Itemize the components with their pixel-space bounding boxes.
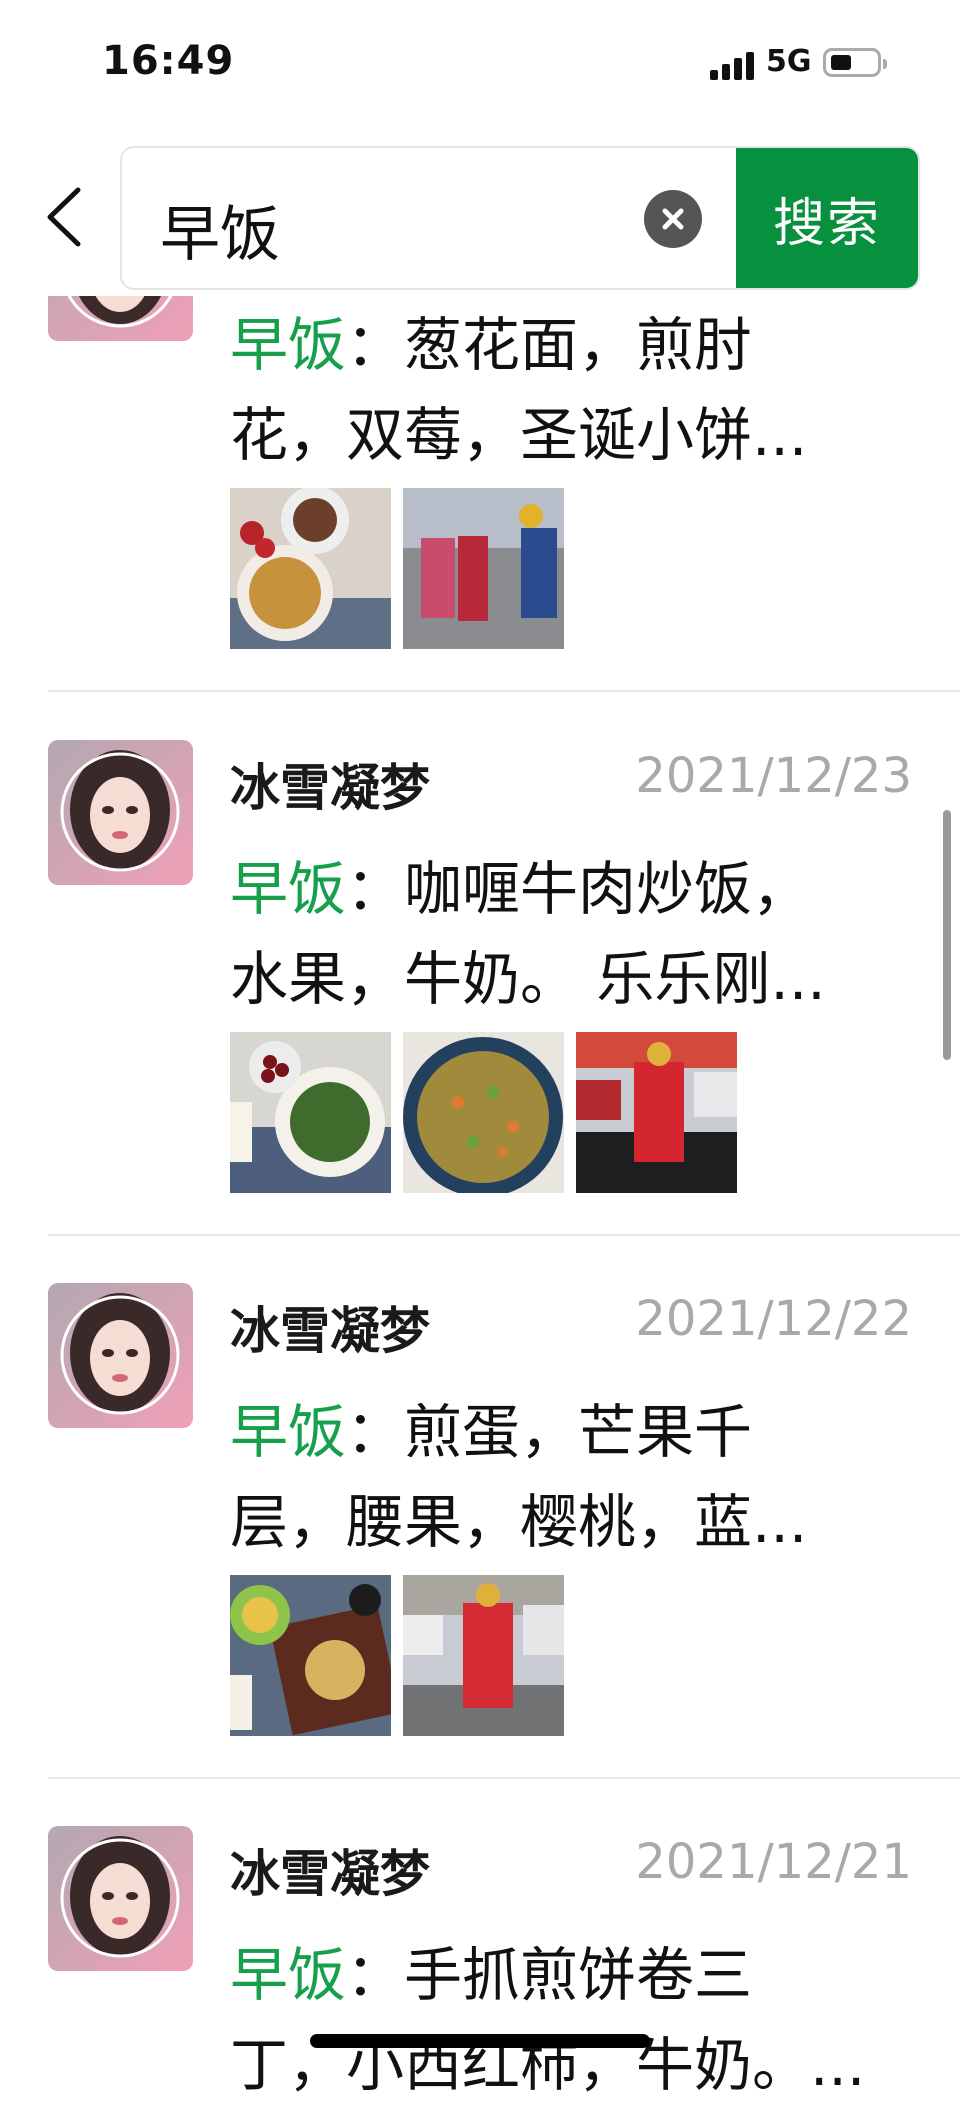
redaction-line <box>310 2034 650 2048</box>
entry-text: 早饭：葱花面，煎肘 花，双莓，圣诞小饼... <box>230 311 808 469</box>
status-bar: 16:49 5G <box>0 0 960 130</box>
search-header: 早饭 搜索 <box>0 130 960 296</box>
user-name: 冰雪凝梦 <box>230 1845 430 1903</box>
user-name: 冰雪凝梦 <box>230 1302 430 1360</box>
keyword-highlight: 早饭 <box>230 311 347 379</box>
thumbnail-image[interactable] <box>403 1032 564 1193</box>
keyword-highlight: 早饭 <box>230 855 347 923</box>
entry-text: 早饭：手抓煎饼卷三 丁，小西红柿，牛奶。... <box>230 1941 866 2099</box>
avatar[interactable] <box>48 740 193 885</box>
divider <box>48 1234 960 1236</box>
user-name: 冰雪凝梦 <box>230 759 430 817</box>
thumbnail-image[interactable] <box>403 1575 564 1736</box>
back-chevron-icon[interactable] <box>38 182 94 252</box>
avatar[interactable] <box>48 1283 193 1428</box>
avatar[interactable] <box>48 1826 193 1971</box>
list-item[interactable]: 冰雪凝梦 2021/12/22 早饭：煎蛋，芒果千 层，腰果，樱桃，蓝... <box>0 1283 960 1779</box>
battery-icon <box>823 48 887 77</box>
search-input[interactable]: 早饭 搜索 <box>120 146 920 290</box>
search-results-list: 早饭：葱花面，煎肘 花，双莓，圣诞小饼... 冰雪凝梦 2021/12/23 早饭… <box>0 0 960 2099</box>
post-date: 2021/12/23 <box>635 748 912 804</box>
entry-text: 早饭：煎蛋，芒果千 层，腰果，樱桃，蓝... <box>230 1398 808 1556</box>
divider <box>48 690 960 692</box>
thumbnail-image[interactable] <box>230 1032 391 1193</box>
keyword-highlight: 早饭 <box>230 1941 347 2009</box>
entry-text: 早饭：咖喱牛肉炒饭， 水果，牛奶。 乐乐刚... <box>230 855 826 1013</box>
search-query-text[interactable]: 早饭 <box>160 186 280 273</box>
divider <box>48 1777 960 1779</box>
keyword-highlight: 早饭 <box>230 1398 347 1466</box>
clear-icon[interactable] <box>644 190 702 248</box>
post-date: 2021/12/21 <box>635 1834 912 1890</box>
thumbnail-image[interactable] <box>403 488 564 649</box>
network-type: 5G <box>766 44 812 79</box>
search-button[interactable]: 搜索 <box>736 148 918 288</box>
thumbnail-image[interactable] <box>576 1032 737 1193</box>
thumbnail-image[interactable] <box>230 1575 391 1736</box>
thumbnail-image[interactable] <box>230 488 391 649</box>
scrollbar[interactable] <box>943 810 951 1060</box>
post-date: 2021/12/22 <box>635 1291 912 1347</box>
signal-icon <box>710 50 760 80</box>
list-item[interactable]: 冰雪凝梦 2021/12/23 早饭：咖喱牛肉炒饭， 水果，牛奶。 乐乐刚... <box>0 740 960 1236</box>
status-time: 16:49 <box>102 38 235 84</box>
